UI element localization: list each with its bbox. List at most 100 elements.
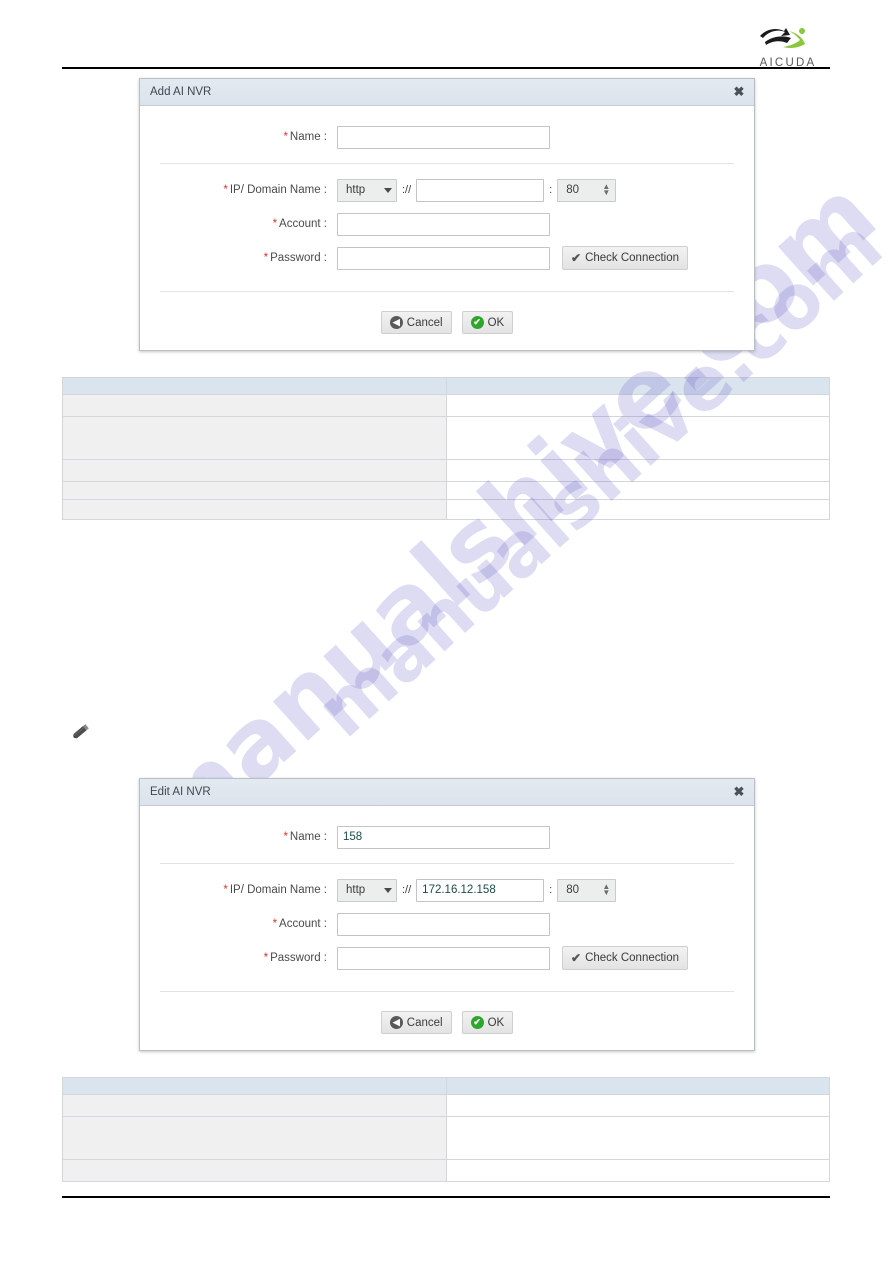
ip-domain-label: * IP/ Domain Name : [223, 884, 327, 896]
dialog-body: * Name : 158 * IP/ Domain Name : http :// … [140, 806, 754, 1050]
table-cell-label [62, 499, 447, 520]
table-header-cell-2 [445, 1077, 830, 1095]
ok-label: OK [487, 1016, 505, 1029]
table-row [62, 394, 830, 417]
protocol-value: http [346, 184, 366, 196]
table-row [62, 459, 830, 482]
dialog-title: Edit AI NVR [150, 786, 211, 798]
protocol-suffix: :// [402, 184, 412, 196]
account-input[interactable] [337, 212, 550, 236]
footer-divider [160, 991, 734, 992]
check-connection-button[interactable]: ✔ Check Connection [562, 246, 689, 270]
close-icon[interactable]: ✖ [730, 83, 748, 101]
table-cell-value [445, 1116, 830, 1160]
ok-button[interactable]: ✔ OK [461, 1011, 514, 1034]
port-stepper[interactable]: 80 ▲ ▼ [557, 178, 617, 202]
table-header-cell-1 [62, 377, 447, 395]
ok-button[interactable]: ✔ OK [461, 311, 514, 334]
check-icon: ✔ [571, 951, 582, 965]
table-cell-label [62, 1094, 447, 1117]
dialog-body: * Name : * IP/ Domain Name : http :// : 80… [140, 106, 754, 350]
account-row: * Account : [140, 907, 754, 941]
required-asterisk: * [223, 184, 228, 196]
required-asterisk: * [272, 918, 278, 930]
aicuda-wordmark: AICUDA [759, 57, 817, 69]
ok-check-icon: ✔ [470, 1016, 484, 1029]
table-row [62, 481, 830, 500]
required-asterisk: * [223, 884, 228, 896]
ok-label: OK [487, 316, 505, 329]
account-input[interactable] [337, 912, 550, 936]
cancel-button[interactable]: ◀ Cancel [380, 311, 452, 334]
table-row [62, 1094, 830, 1117]
header-rule [62, 67, 830, 69]
table-header-row [62, 1077, 830, 1095]
cancel-button[interactable]: ◀ Cancel [380, 1011, 452, 1034]
ok-check-icon: ✔ [470, 316, 484, 329]
chevron-down-icon [384, 887, 392, 893]
close-icon[interactable]: ✖ [730, 783, 748, 801]
protocol-suffix: :// [402, 884, 412, 896]
password-label: * Password : [263, 952, 327, 964]
password-row: * Password : ✔ Check Connection [140, 941, 754, 975]
form-divider [160, 863, 734, 864]
table-cell-label [62, 459, 447, 482]
table-header-cell-1 [62, 1077, 447, 1095]
stepper-arrows-icon[interactable]: ▲ ▼ [602, 883, 610, 897]
dialog-footer: ◀ Cancel ✔ OK [140, 1001, 754, 1050]
table-cell-value [445, 416, 830, 460]
back-arrow-icon: ◀ [389, 1016, 403, 1029]
name-input[interactable]: 158 [337, 825, 550, 849]
table-row [62, 1159, 830, 1182]
protocol-select[interactable]: http [337, 178, 397, 202]
table-row [62, 416, 830, 460]
dialog-title-bar: Edit AI NVR ✖ [140, 779, 754, 806]
account-label: * Account : [272, 918, 327, 930]
protocol-value: http [346, 884, 366, 896]
password-input[interactable] [337, 946, 550, 970]
dialog-footer: ◀ Cancel ✔ OK [140, 301, 754, 350]
check-connection-label: Check Connection [585, 252, 680, 264]
check-connection-button[interactable]: ✔ Check Connection [562, 946, 689, 970]
password-row: * Password : ✔ Check Connection [140, 241, 754, 275]
port-value: 80 [566, 184, 580, 196]
table-header-cell-2 [445, 377, 830, 395]
account-label: * Account : [272, 218, 327, 230]
name-input[interactable] [337, 125, 550, 149]
stepper-down-icon[interactable]: ▼ [602, 889, 610, 897]
table-cell-value [445, 1094, 830, 1117]
stepper-arrows-icon[interactable]: ▲ ▼ [602, 183, 610, 197]
table-cell-label [62, 481, 447, 500]
host-input[interactable]: 172.16.12.158 [416, 878, 545, 902]
check-icon: ✔ [571, 251, 582, 265]
edit-ai-nvr-dialog: Edit AI NVR ✖ * Name : 158 * IP/ Domain Na… [139, 778, 755, 1051]
add-ai-nvr-description-table [62, 377, 830, 520]
required-asterisk: * [283, 131, 288, 143]
table-cell-label [62, 394, 447, 417]
table-cell-label [62, 1116, 447, 1160]
table-cell-value [445, 481, 830, 500]
table-cell-label [62, 416, 447, 460]
protocol-select[interactable]: http [337, 878, 397, 902]
back-arrow-icon: ◀ [389, 316, 403, 329]
port-separator: : [549, 884, 553, 896]
port-stepper[interactable]: 80 ▲ ▼ [557, 878, 617, 902]
form-divider [160, 163, 734, 164]
dialog-title: Add AI NVR [150, 86, 212, 98]
stepper-down-icon[interactable]: ▼ [602, 189, 610, 197]
cancel-label: Cancel [406, 316, 443, 329]
table-row [62, 499, 830, 520]
required-asterisk: * [272, 218, 278, 230]
table-row [62, 1116, 830, 1160]
required-asterisk: * [263, 952, 269, 964]
password-input[interactable] [337, 246, 550, 270]
port-value: 80 [566, 884, 580, 896]
dialog-title-bar: Add AI NVR ✖ [140, 79, 754, 106]
password-label: * Password : [263, 252, 327, 264]
pencil-edit-icon[interactable] [66, 716, 96, 746]
required-asterisk: * [263, 252, 269, 264]
name-label: * Name : [283, 131, 327, 143]
port-separator: : [549, 184, 553, 196]
check-connection-label: Check Connection [585, 952, 680, 964]
host-input[interactable] [416, 178, 545, 202]
